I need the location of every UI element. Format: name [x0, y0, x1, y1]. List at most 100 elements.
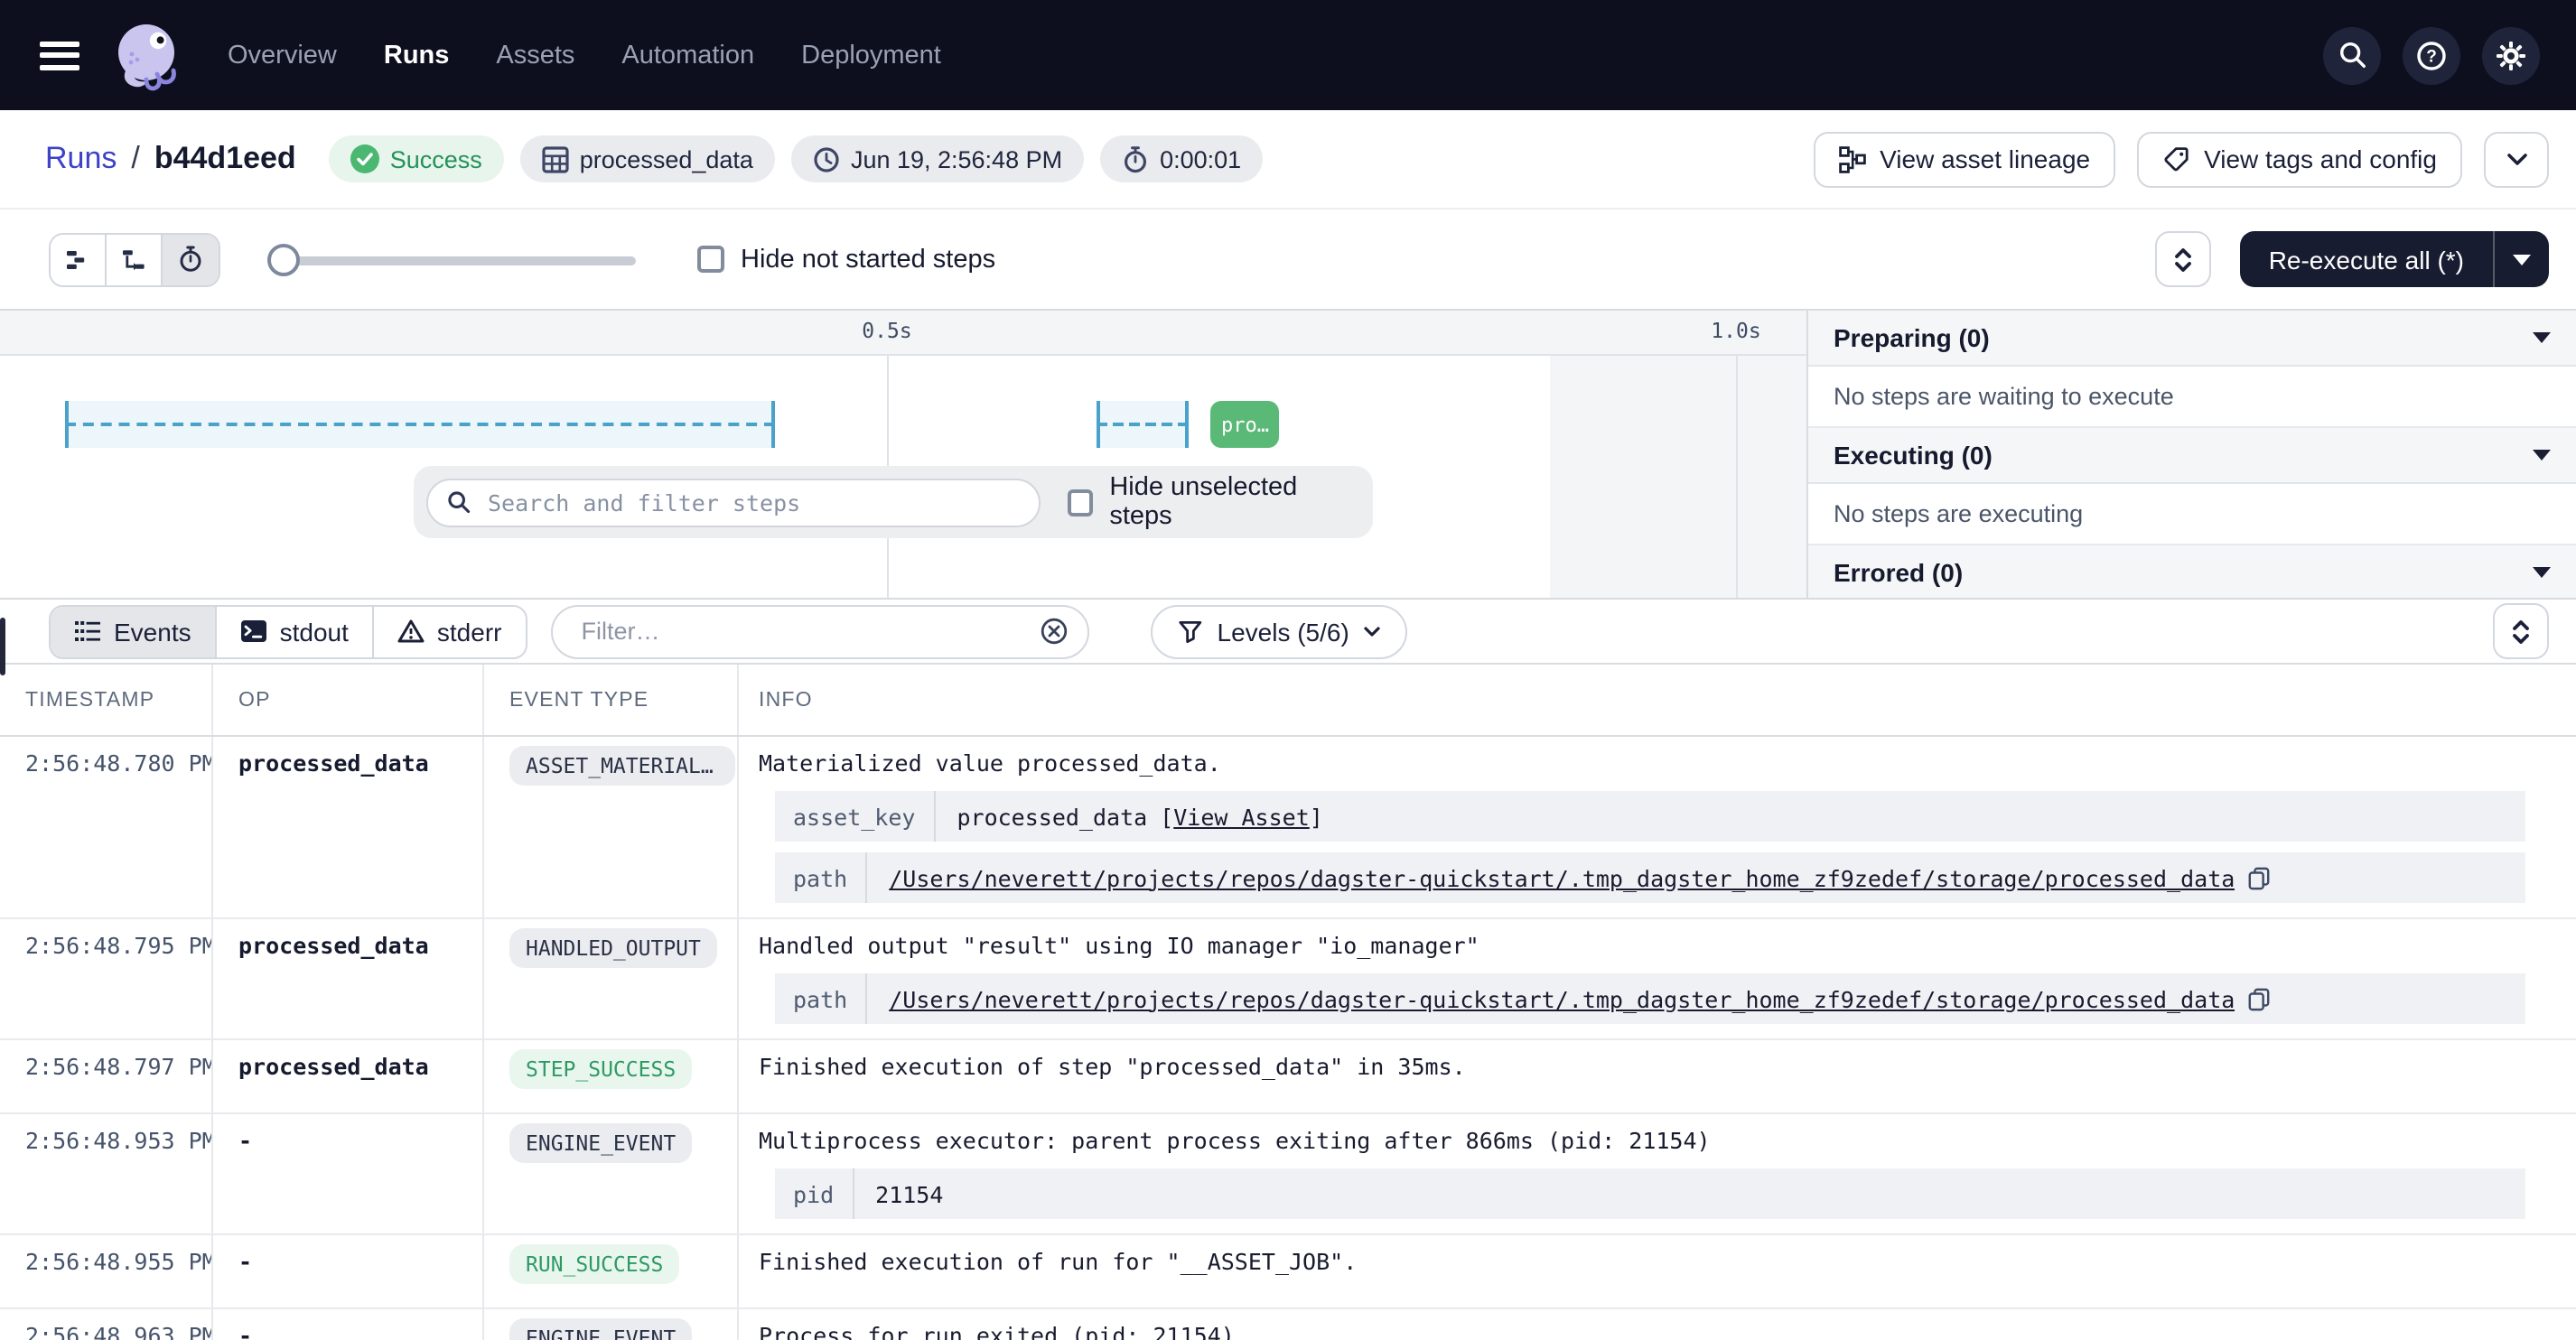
view-tags-config-button[interactable]: View tags and config: [2137, 131, 2462, 187]
menu-icon[interactable]: [40, 41, 79, 70]
stopwatch-icon: [1122, 145, 1149, 172]
hide-unselected-control[interactable]: Hide unselected steps: [1068, 473, 1348, 531]
asset-tag-badge[interactable]: processed_data: [520, 135, 775, 182]
event-type-pill: ENGINE_EVENT: [509, 1318, 692, 1340]
step-waiting-marker[interactable]: [65, 401, 775, 448]
funnel-icon: [1178, 619, 1203, 644]
view-tags-config-label: View tags and config: [2204, 144, 2437, 173]
section-title: Preparing (0): [1834, 323, 1990, 352]
log-row: 2:56:48.955 PM-RUN_SUCCESSFinished execu…: [0, 1235, 2576, 1309]
view-asset-lineage-button[interactable]: View asset lineage: [1813, 131, 2115, 187]
caret-down-icon: [2533, 567, 2551, 578]
kv-key: path: [775, 973, 867, 1024]
tab-events-label: Events: [114, 617, 191, 646]
log-row: 2:56:48.953 PM-ENGINE_EVENTMultiprocess …: [0, 1114, 2576, 1235]
asset-table-icon: [542, 145, 569, 172]
tag-icon: [2162, 145, 2189, 172]
step-bar-processed-data[interactable]: pro…: [1210, 401, 1279, 448]
nav-automation[interactable]: Automation: [621, 41, 754, 70]
run-header: Runs / b44d1eed Success processed_data: [0, 110, 2576, 209]
hide-not-started-checkbox[interactable]: [697, 246, 724, 273]
log-filter-input[interactable]: [578, 616, 1024, 647]
tab-events[interactable]: Events: [51, 606, 217, 656]
expand-collapse-button[interactable]: [2155, 231, 2211, 287]
op-value: processed_data: [238, 1053, 429, 1080]
waterfall-view-button[interactable]: [107, 234, 163, 284]
step-search-field[interactable]: [426, 478, 1041, 526]
zoom-slider[interactable]: [273, 232, 636, 286]
hide-not-started-control[interactable]: Hide not started steps: [697, 245, 995, 274]
timestamp-value: 2:56:48.963 PM: [25, 1322, 213, 1340]
clear-filter-icon[interactable]: [1039, 616, 1069, 647]
log-filter-field[interactable]: [551, 604, 1089, 658]
tab-stderr[interactable]: stderr: [374, 606, 526, 656]
terminal-icon: [240, 619, 267, 643]
timestamp-value: 2:56:48.797 PM: [25, 1053, 213, 1080]
flamechart-icon: [65, 247, 90, 272]
copy-icon[interactable]: [2247, 866, 2271, 889]
step-search-input[interactable]: [484, 487, 1021, 517]
tab-stdout[interactable]: stdout: [217, 606, 374, 656]
panel-section-executing[interactable]: Executing (0): [1808, 428, 2576, 484]
path-link[interactable]: /Users/neverett/projects/repos/dagster-q…: [889, 864, 2235, 891]
timestamp-value: 2:56:48.953 PM: [25, 1127, 213, 1154]
panel-section-errored[interactable]: Errored (0): [1808, 545, 2576, 600]
log-row: 2:56:48.795 PMprocessed_dataHANDLED_OUTP…: [0, 919, 2576, 1040]
slider-handle[interactable]: [267, 243, 300, 275]
help-button[interactable]: ?: [2403, 26, 2460, 84]
nav-assets[interactable]: Assets: [496, 41, 574, 70]
info-cell: Multiprocess executor: parent process ex…: [739, 1114, 2576, 1233]
nav-deployment[interactable]: Deployment: [801, 41, 941, 70]
info-cell: Process for run exited (pid: 21154).: [739, 1309, 2576, 1340]
copy-icon[interactable]: [2247, 987, 2271, 1010]
gantt-view-mode-group: [49, 232, 220, 286]
op-value: -: [238, 1248, 252, 1275]
view-asset-link[interactable]: View Asset: [1173, 803, 1310, 830]
start-time-badge: Jun 19, 2:56:48 PM: [791, 135, 1084, 182]
timing-view-button[interactable]: [163, 234, 219, 284]
kv-key: path: [775, 852, 867, 903]
scrollbar-thumb[interactable]: [0, 618, 5, 675]
event-type-pill: HANDLED_OUTPUT: [509, 928, 717, 968]
event-type-cell: ASSET_MATERIALI…: [484, 737, 739, 917]
axis-tick: 1.0s: [1711, 318, 1760, 343]
breadcrumb-runs-link[interactable]: Runs: [45, 141, 117, 177]
nav-runs[interactable]: Runs: [384, 41, 450, 70]
hide-unselected-checkbox[interactable]: [1068, 489, 1093, 516]
slider-track[interactable]: [273, 256, 636, 265]
header-actions: View asset lineage View tags and config: [1813, 131, 2549, 187]
view-asset-lineage-label: View asset lineage: [1880, 144, 2090, 173]
dagster-logo-icon[interactable]: [108, 17, 184, 93]
search-button[interactable]: [2323, 26, 2381, 84]
levels-label: Levels (5/6): [1218, 617, 1349, 646]
breadcrumb: Runs / b44d1eed: [45, 141, 296, 177]
kv-row: path/Users/neverett/projects/repos/dagst…: [775, 973, 2525, 1024]
timestamp-cell: 2:56:48.795 PM: [0, 919, 213, 1038]
settings-button[interactable]: [2482, 26, 2540, 84]
timestamp-cell: 2:56:48.963 PM: [0, 1309, 213, 1340]
nav-overview[interactable]: Overview: [228, 41, 337, 70]
logs-toolbar: Events stdout stderr: [0, 600, 2576, 665]
levels-dropdown-button[interactable]: Levels (5/6): [1151, 604, 1407, 658]
reexecute-dropdown-button[interactable]: [2495, 231, 2549, 287]
caret-down-icon: [2533, 332, 2551, 343]
step-waiting-marker[interactable]: [1097, 401, 1189, 448]
event-type-cell: RUN_SUCCESS: [484, 1235, 739, 1307]
status-label: Success: [390, 145, 482, 172]
reexecute-all-button[interactable]: Re-execute all (*): [2240, 231, 2493, 287]
op-cell: -: [213, 1235, 484, 1307]
gantt-overflow-region: [1550, 356, 1806, 600]
timestamp-cell: 2:56:48.955 PM: [0, 1235, 213, 1307]
info-message: Finished execution of step "processed_da…: [759, 1049, 2551, 1084]
flat-view-button[interactable]: [51, 234, 107, 284]
logs-expand-button[interactable]: [2493, 603, 2549, 659]
panel-section-preparing[interactable]: Preparing (0): [1808, 311, 2576, 367]
kv-value-text: processed_data: [957, 803, 1147, 830]
panel-body-executing: No steps are executing: [1808, 484, 2576, 545]
tab-stderr-label: stderr: [437, 617, 502, 646]
axis-tick: 0.5s: [862, 318, 911, 343]
path-link[interactable]: /Users/neverett/projects/repos/dagster-q…: [889, 985, 2235, 1012]
event-log-table: TIMESTAMP OP EVENT TYPE INFO 2:56:48.780…: [0, 665, 2576, 1340]
header-more-dropdown-button[interactable]: [2484, 131, 2549, 187]
gantt-time-axis: 0.5s 1.0s: [0, 311, 1806, 356]
